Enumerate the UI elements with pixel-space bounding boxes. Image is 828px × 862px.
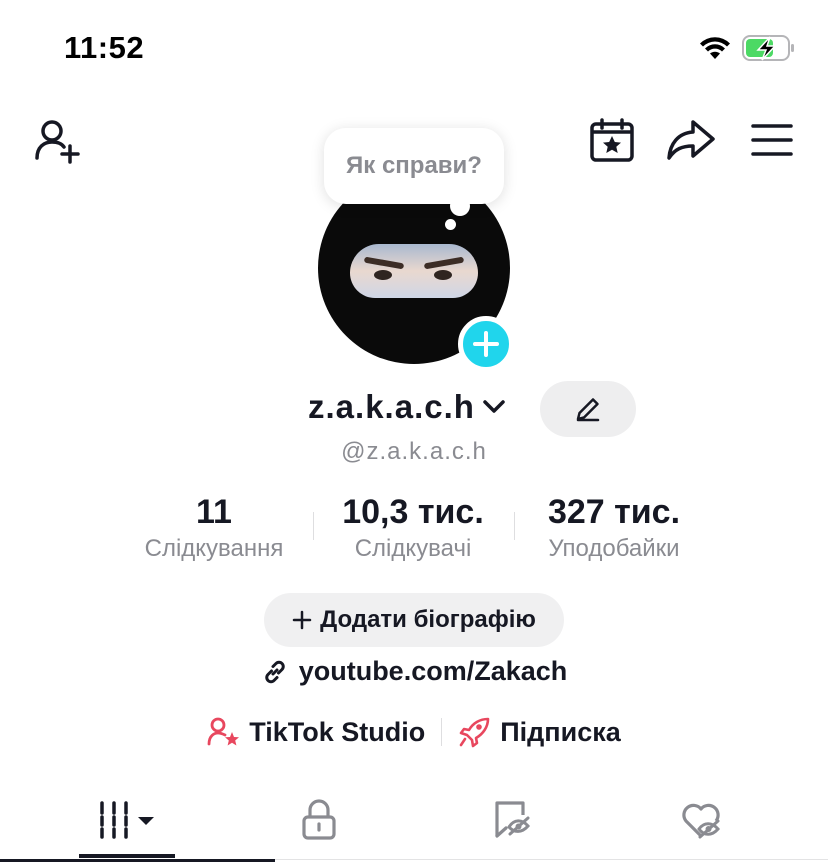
tab-videos[interactable] (80, 794, 176, 844)
stat-label: Уподобайки (548, 535, 680, 562)
link-icon (264, 660, 285, 683)
stat-followers[interactable]: 10,3 тис. Слідкувачі (322, 490, 504, 564)
tiktok-studio-label: TikTok Studio (249, 716, 426, 747)
lock-icon (302, 799, 336, 840)
person-star-icon (207, 717, 240, 746)
status-icons (698, 34, 796, 67)
hamburger-menu-icon (751, 124, 793, 156)
share-icon (667, 120, 715, 160)
stat-divider (514, 512, 515, 540)
liked-heart-icon (682, 803, 720, 839)
add-friend-icon (35, 120, 80, 164)
stat-value: 327 тис. (547, 493, 681, 531)
stat-value: 10,3 тис. (342, 493, 484, 531)
note-bubble-dot (445, 219, 456, 230)
note-bubble[interactable]: Як справи? (324, 128, 504, 204)
tab-private[interactable] (296, 794, 342, 844)
subscription-label: Підписка (500, 716, 621, 747)
stat-likes[interactable]: 327 тис. Уподобайки (520, 490, 708, 564)
subscription-button[interactable]: Підписка (458, 716, 621, 748)
stat-following[interactable]: 11 Слідкування (124, 490, 304, 564)
note-bubble-tail (450, 196, 470, 216)
profile-link-text: youtube.com/Zakach (298, 656, 568, 686)
username: z.a.k.a.c.h (308, 388, 475, 425)
handle: @z.a.k.a.c.h (341, 438, 487, 465)
avatar-add-button[interactable] (458, 316, 514, 372)
tiktok-studio-button[interactable]: TikTok Studio (207, 716, 425, 748)
active-tab-indicator (79, 854, 175, 858)
shortcut-divider (441, 718, 443, 746)
profile-shortcuts: TikTok Studio Підписка (0, 716, 828, 748)
calendar-star-button[interactable] (588, 116, 636, 164)
add-friend-button[interactable] (30, 112, 86, 168)
menu-button[interactable] (750, 118, 794, 162)
tab-reposts[interactable] (490, 794, 536, 844)
calendar-star-icon (590, 118, 634, 162)
battery-charging-icon (742, 34, 796, 67)
stat-label: Слідкувачі (354, 535, 472, 562)
edit-profile-button[interactable] (540, 381, 636, 437)
plus-icon (292, 610, 312, 630)
add-bio-button[interactable]: Додати біографію (264, 593, 564, 647)
status-time: 11:52 (64, 30, 145, 65)
chevron-down-icon (483, 400, 505, 413)
profile-link[interactable]: youtube.com/Zakach (0, 656, 828, 687)
avatar-face (350, 244, 478, 298)
pencil-icon (576, 398, 600, 422)
note-bubble-text: Як справи? (346, 152, 482, 179)
stat-value: 11 (196, 493, 232, 531)
plus-icon (473, 331, 499, 357)
stat-divider (313, 512, 314, 540)
wifi-icon (698, 35, 732, 66)
add-bio-label: Додати біографію (320, 606, 536, 633)
repost-icon (495, 801, 530, 838)
username-switcher[interactable]: z.a.k.a.c.h (308, 388, 507, 426)
share-button[interactable] (666, 116, 716, 164)
grid-icon (100, 801, 154, 839)
stat-label: Слідкування (144, 535, 284, 562)
rocket-icon (459, 717, 490, 748)
tab-liked[interactable] (678, 794, 726, 844)
